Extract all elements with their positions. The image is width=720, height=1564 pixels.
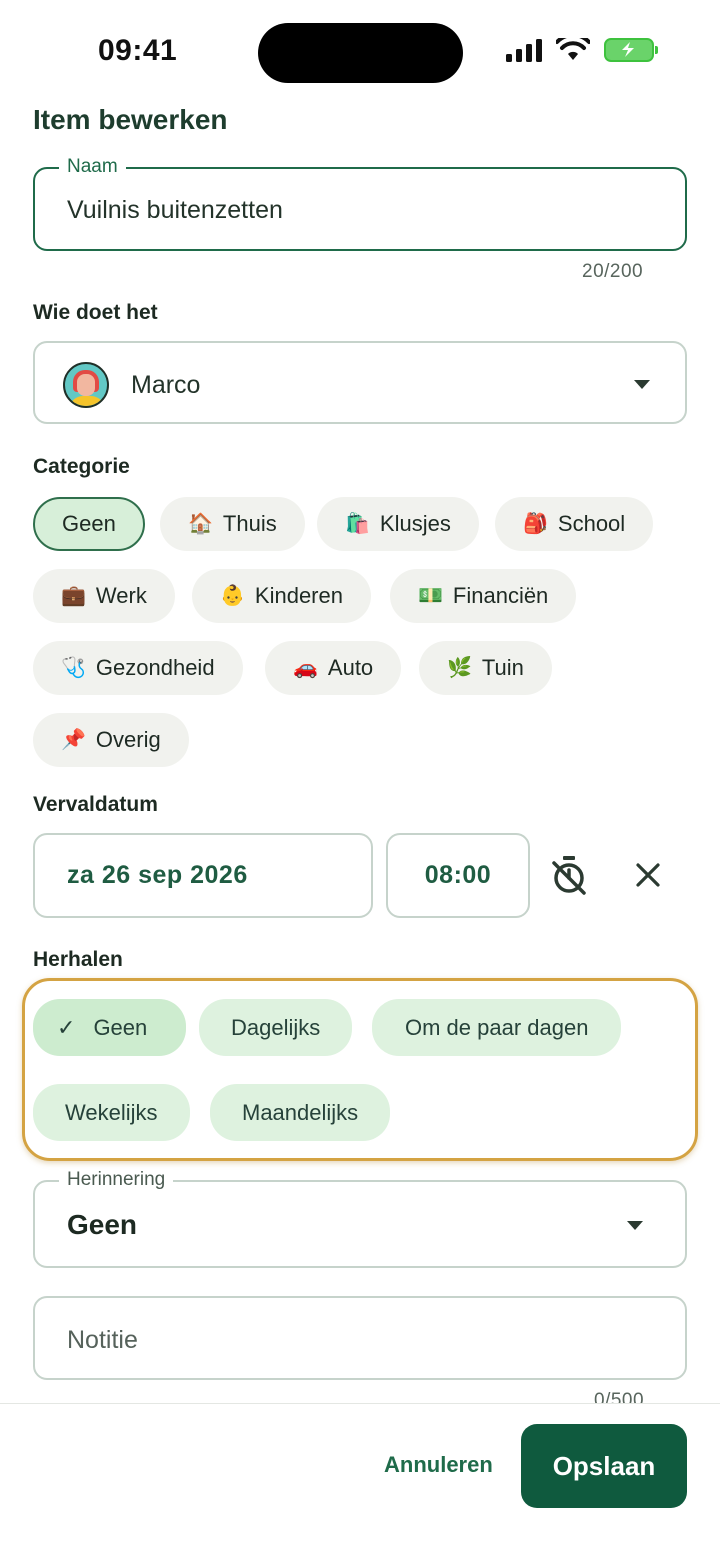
pushpin-icon: 📌 — [61, 729, 86, 751]
assignee-value: Marco — [131, 371, 201, 399]
chip-label: Maandelijks — [242, 1099, 359, 1125]
herb-icon: 🌿 — [447, 657, 472, 679]
chip-label: Dagelijks — [231, 1014, 321, 1040]
category-chip-kinderen[interactable]: 👶 Kinderen — [192, 569, 371, 623]
save-button[interactable]: Opslaan — [521, 1424, 687, 1508]
chip-label: Thuis — [222, 511, 277, 536]
chip-label: Overig — [95, 727, 161, 752]
due-date-button[interactable]: za 26 sep 2026 — [33, 833, 373, 918]
note-field[interactable]: Notitie — [33, 1296, 687, 1380]
category-chip-geen[interactable]: Geen — [33, 497, 145, 551]
category-chip-thuis[interactable]: 🏠 Thuis — [160, 497, 305, 551]
chip-label: Werk — [95, 583, 147, 608]
repeat-chip-dagelijks[interactable]: Dagelijks — [199, 999, 353, 1056]
status-icons — [506, 38, 658, 62]
category-chip-klusjes[interactable]: 🛍️ Klusjes — [317, 497, 479, 551]
reminder-dropdown[interactable]: Herinnering Geen — [33, 1169, 687, 1268]
due-time-button[interactable]: 08:00 — [386, 833, 530, 918]
briefcase-icon: 💼 — [61, 585, 86, 607]
assignee-dropdown[interactable]: Marco — [33, 341, 687, 424]
note-placeholder: Notitie — [67, 1326, 138, 1354]
repeat-chip-maandelijks[interactable]: Maandelijks — [210, 1084, 391, 1141]
cellular-signal-icon — [506, 38, 542, 62]
clear-date-icon[interactable] — [635, 862, 661, 888]
status-time: 09:41 — [98, 34, 178, 67]
chevron-down-icon — [634, 380, 650, 389]
category-chip-gezondheid[interactable]: 🩺 Gezondheid — [33, 641, 243, 695]
due-date-value: za 26 sep 2026 — [67, 861, 248, 889]
chip-label: Financiën — [452, 583, 549, 608]
repeat-chip-om-de-paar-dagen[interactable]: Om de paar dagen — [372, 999, 622, 1056]
category-label: Categorie — [33, 455, 130, 478]
chip-label: Geen — [62, 511, 116, 536]
category-chip-overig[interactable]: 📌 Overig — [33, 713, 189, 767]
category-chip-school[interactable]: 🎒 School — [495, 497, 654, 551]
name-field[interactable]: Naam Vuilnis buitenzetten — [33, 156, 687, 251]
repeat-chip-wekelijks[interactable]: Wekelijks — [33, 1084, 190, 1141]
chip-label: Tuin — [481, 655, 524, 680]
chevron-down-icon — [627, 1221, 643, 1230]
page-title: Item bewerken — [33, 104, 228, 135]
money-icon: 💵 — [418, 585, 443, 607]
name-field-value: Vuilnis buitenzetten — [67, 196, 283, 224]
assignee-label: Wie doet het — [33, 301, 158, 324]
repeat-chip-geen[interactable]: ✓ Geen — [33, 999, 186, 1056]
chip-label: Klusjes — [379, 511, 451, 536]
battery-charging-icon — [604, 38, 658, 62]
shopping-bags-icon: 🛍️ — [345, 513, 370, 535]
chip-label: Wekelijks — [65, 1099, 158, 1125]
house-icon: 🏠 — [188, 513, 213, 535]
backpack-icon: 🎒 — [523, 513, 548, 535]
chip-label: Geen — [93, 1014, 148, 1040]
reminder-label: Herinnering — [59, 1169, 174, 1191]
cancel-button[interactable]: Annuleren — [384, 1452, 493, 1478]
timer-off-icon[interactable] — [551, 855, 587, 895]
child-icon: 👶 — [220, 585, 245, 607]
name-char-counter: 20/200 — [582, 261, 644, 282]
chip-label: Auto — [327, 655, 374, 680]
category-chip-werk[interactable]: 💼 Werk — [33, 569, 175, 623]
edit-item-screen: 09:41 Item bewerken Naam Vuilnis buitenz… — [0, 0, 720, 1564]
due-date-label: Vervaldatum — [33, 793, 158, 816]
category-chip-auto[interactable]: 🚗 Auto — [265, 641, 402, 695]
check-icon: ✓ — [57, 1014, 76, 1040]
category-chip-financien[interactable]: 💵 Financiën — [390, 569, 577, 623]
repeat-label: Herhalen — [33, 948, 123, 971]
due-time-value: 08:00 — [424, 861, 492, 889]
stethoscope-icon: 🩺 — [61, 657, 86, 679]
wifi-icon — [556, 38, 590, 60]
reminder-value: Geen — [67, 1209, 138, 1240]
avatar — [63, 362, 109, 408]
dynamic-island — [258, 23, 463, 83]
chip-label: Om de paar dagen — [405, 1014, 589, 1040]
name-field-label: Naam — [59, 156, 126, 178]
chip-label: Kinderen — [254, 583, 343, 608]
chip-label: Gezondheid — [95, 655, 215, 680]
car-icon: 🚗 — [293, 657, 318, 679]
chip-label: School — [557, 511, 626, 536]
category-chip-tuin[interactable]: 🌿 Tuin — [419, 641, 552, 695]
